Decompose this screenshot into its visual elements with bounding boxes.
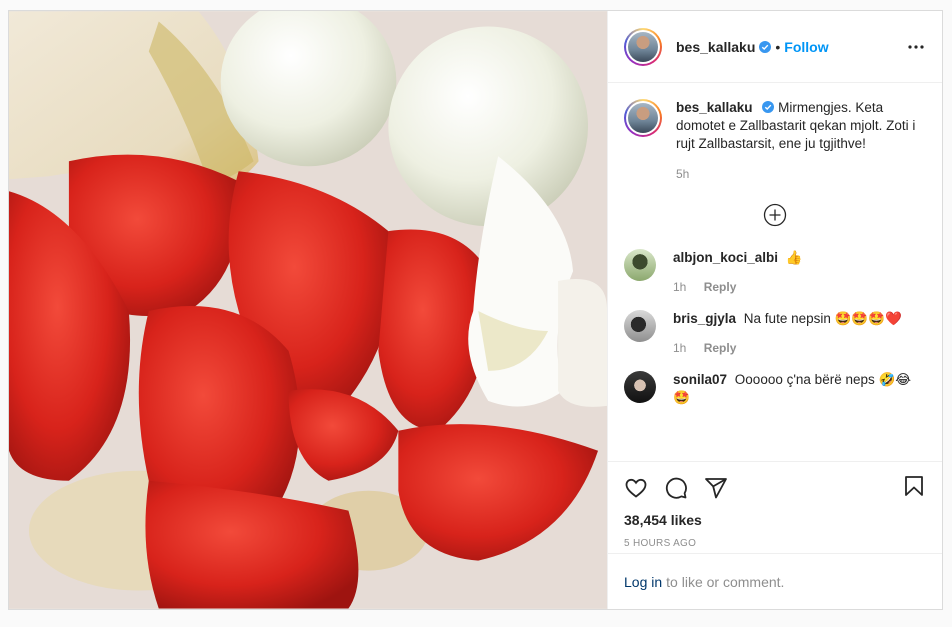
likes-count[interactable]: 38,454 likes [624,512,926,528]
post-photo[interactable] [9,11,608,609]
more-options-icon[interactable] [906,37,926,57]
post-actions: 38,454 likes 5 HOURS AGO [608,461,942,553]
caption-block: bes_kallaku Mirmengjes. Keta domotet e Z… [624,99,926,183]
post-timestamp: 5 HOURS AGO [624,538,697,549]
post-header: bes_kallaku • Follow [608,11,942,83]
reply-button[interactable]: Reply [704,341,737,355]
author-username[interactable]: bes_kallaku [676,39,755,55]
comment-text: 👍 [785,250,803,265]
heart-icon[interactable] [624,476,648,500]
login-link[interactable]: Log in [624,574,662,590]
verified-icon [762,101,775,113]
load-more-icon[interactable] [763,203,787,227]
reply-button[interactable]: Reply [704,280,737,294]
caption-username[interactable]: bes_kallaku [676,100,753,115]
post-side-panel: bes_kallaku • Follow bes_kallaku Mirmeng… [608,11,942,609]
comment-item: albjon_koci_albi 👍 1h Reply [624,249,926,296]
food-photo-illustration [9,11,607,609]
comment-item: sonila07 Oooooo ç'na bërë neps 🤣😂🤩 [624,371,926,407]
comment-text: Na fute nepsin 🤩🤩🤩❤️ [743,311,902,326]
comment-avatar[interactable] [624,371,656,403]
comment-username[interactable]: sonila07 [673,372,727,387]
separator-dot: • [775,38,781,55]
share-icon[interactable] [704,476,728,500]
post-card: bes_kallaku • Follow bes_kallaku Mirmeng… [8,10,943,610]
login-prompt-text: to like or comment. [666,573,785,590]
caption-avatar[interactable] [624,99,662,137]
author-avatar[interactable] [624,27,662,66]
comment-username[interactable]: albjon_koci_albi [673,250,778,265]
login-prompt: Log in to like or comment. [608,553,942,609]
verified-icon [759,40,772,53]
follow-button[interactable]: Follow [784,39,828,55]
comment-avatar[interactable] [624,310,656,342]
comment-item: bris_gjyla Na fute nepsin 🤩🤩🤩❤️ 1h Reply [624,310,926,357]
save-icon[interactable] [902,474,926,498]
comments-section: bes_kallaku Mirmengjes. Keta domotet e Z… [608,83,942,461]
comment-avatar[interactable] [624,249,656,281]
comment-time: 1h [673,341,687,355]
comment-username[interactable]: bris_gjyla [673,311,736,326]
comment-time: 1h [673,280,687,294]
load-more-comments[interactable] [624,203,926,227]
caption-time: 5h [676,167,690,181]
comment-icon[interactable] [664,476,688,500]
